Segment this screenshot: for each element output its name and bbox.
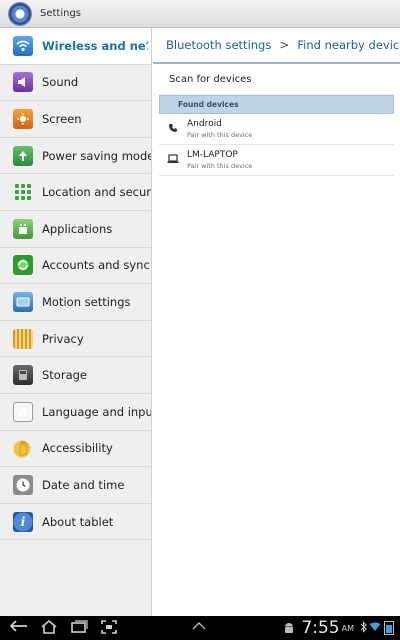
screenshot-icon[interactable] [98,620,120,636]
sidebar-item-wireless[interactable]: Wireless and netw [0,28,151,65]
sync-icon [13,255,33,276]
clock-icon [13,474,33,495]
sidebar-item-language-input[interactable]: A Language and input [0,394,151,431]
accessibility-hand-icon [13,438,33,459]
recent-apps-icon[interactable] [68,620,90,636]
language-icon: A [13,401,33,422]
device-status: Pair with this device [187,162,253,170]
breadcrumb-separator: > [279,38,290,52]
device-row-lm-laptop[interactable]: LM-LAPTOP Pair with this device [159,145,394,176]
sound-icon [13,72,33,93]
motion-icon [13,291,33,312]
home-icon[interactable] [38,619,60,636]
sidebar-item-date-time[interactable]: Date and time [0,467,151,504]
sidebar-item-sound[interactable]: Sound [0,65,151,102]
device-status: Pair with this device [187,131,253,139]
storage-icon [13,365,33,386]
sidebar-item-label: About tablet [42,514,114,529]
sidebar-item-label: Power saving mode [42,148,151,163]
sidebar-item-label: Wireless and netw [42,38,151,53]
sidebar-item-accessibility[interactable]: Accessibility [0,431,151,468]
sidebar-item-label: Accessibility [42,441,113,456]
sidebar-item-location-security[interactable]: Location and securit [0,174,151,211]
wifi-signal-icon [369,622,381,635]
wifi-icon [13,35,33,56]
sidebar-item-power-saving[interactable]: Power saving mode [0,138,151,175]
chevron-up-icon[interactable] [192,620,206,633]
sidebar-item-label: Location and securit [42,185,151,200]
sidebar-item-label: Screen [42,111,82,126]
sidebar-item-label: Privacy [42,331,84,346]
info-icon: i [13,511,33,532]
phone-icon [167,123,179,136]
laptop-icon [167,153,179,167]
sidebar-item-label: Storage [42,368,87,383]
status-clock: 7:55 [301,618,340,638]
sidebar-item-label: Applications [42,221,113,236]
power-saving-icon [13,145,33,166]
device-row-android[interactable]: Android Pair with this device [159,114,394,145]
status-ampm: AM [341,623,354,633]
bluetooth-icon [360,620,367,636]
found-devices-header: Found devices [159,95,394,114]
device-name: LM-LAPTOP [187,150,238,160]
applications-icon [13,218,33,239]
location-icon [13,183,33,201]
device-name: Android [187,119,222,129]
sidebar-item-label: Date and time [42,477,125,492]
android-robot-icon [283,622,295,634]
detail-pane: Bluetooth settings > Find nearby devices… [153,28,400,616]
breadcrumb-current: Find nearby devices [297,38,400,52]
privacy-icon [13,328,33,349]
screen-icon [13,108,33,129]
sidebar-item-applications[interactable]: Applications [0,211,151,248]
status-area[interactable]: 7:55 AM [283,616,394,640]
title-bar: Settings [0,0,400,28]
sidebar-item-label: Language and input [42,404,151,419]
sidebar-item-storage[interactable]: Storage [0,357,151,394]
sidebar-item-label: Motion settings [42,294,131,309]
breadcrumb: Bluetooth settings > Find nearby devices [153,28,400,64]
sidebar-item-accounts-sync[interactable]: Accounts and sync [0,248,151,285]
system-bar: 7:55 AM [0,616,400,640]
breadcrumb-parent[interactable]: Bluetooth settings [166,38,271,52]
sidebar-item-label: Accounts and sync [42,258,150,273]
sidebar-item-privacy[interactable]: Privacy [0,321,151,358]
back-icon[interactable] [8,620,30,636]
battery-icon [384,621,394,635]
settings-category-list: Wireless and netw Sound Screen Power sav… [0,28,152,616]
settings-gear-icon [9,2,31,25]
scan-for-devices-button[interactable]: Scan for devices [153,64,400,95]
sidebar-item-about-tablet[interactable]: i About tablet [0,504,151,541]
sidebar-item-label: Sound [42,75,79,90]
sidebar-item-motion[interactable]: Motion settings [0,284,151,321]
sidebar-item-screen[interactable]: Screen [0,101,151,138]
app-title: Settings [40,8,82,19]
